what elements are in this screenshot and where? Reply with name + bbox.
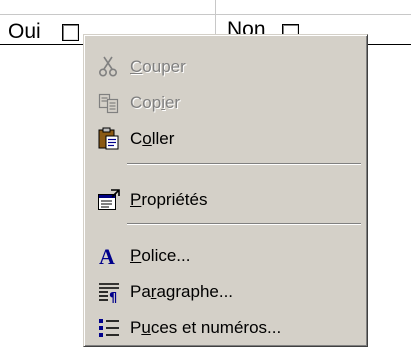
scissors-icon <box>97 55 121 79</box>
paragraph-icon: ¶ <box>97 280 121 304</box>
menu-item-police[interactable]: A Police... <box>87 238 364 274</box>
paste-icon <box>97 127 121 151</box>
menu-item-copier[interactable]: Copier <box>87 85 364 121</box>
menu-item-label: Coller <box>130 129 175 148</box>
menu-item-proprietes[interactable]: Propriétés <box>87 182 364 218</box>
context-menu: Couper Copier Coller Propriétés A Police… <box>83 34 368 347</box>
properties-icon <box>97 188 121 212</box>
menu-separator <box>127 223 361 225</box>
menu-item-label: Puces et numéros... <box>130 318 282 337</box>
menu-item-label: Copier <box>130 93 181 112</box>
menu-item-puces-numeros[interactable]: Puces et numéros... <box>87 310 364 346</box>
menu-item-couper[interactable]: Couper <box>87 49 364 85</box>
menu-item-label: Couper <box>130 57 186 76</box>
menu-item-coller[interactable]: Coller <box>87 121 364 157</box>
menu-item-label: Paragraphe... <box>130 282 234 301</box>
copy-icon <box>97 91 121 115</box>
svg-text:¶: ¶ <box>109 291 117 304</box>
oui-label: Oui <box>8 20 41 43</box>
table-top-border <box>0 14 411 15</box>
menu-item-label: Police... <box>130 246 191 265</box>
menu-item-label: Propriétés <box>130 190 208 209</box>
oui-checkbox[interactable] <box>62 24 79 41</box>
menu-item-paragraphe[interactable]: ¶ Paragraphe... <box>87 274 364 310</box>
bullets-icon <box>97 316 121 340</box>
menu-separator <box>127 163 361 165</box>
svg-text:A: A <box>99 244 115 268</box>
font-icon: A <box>97 244 121 268</box>
